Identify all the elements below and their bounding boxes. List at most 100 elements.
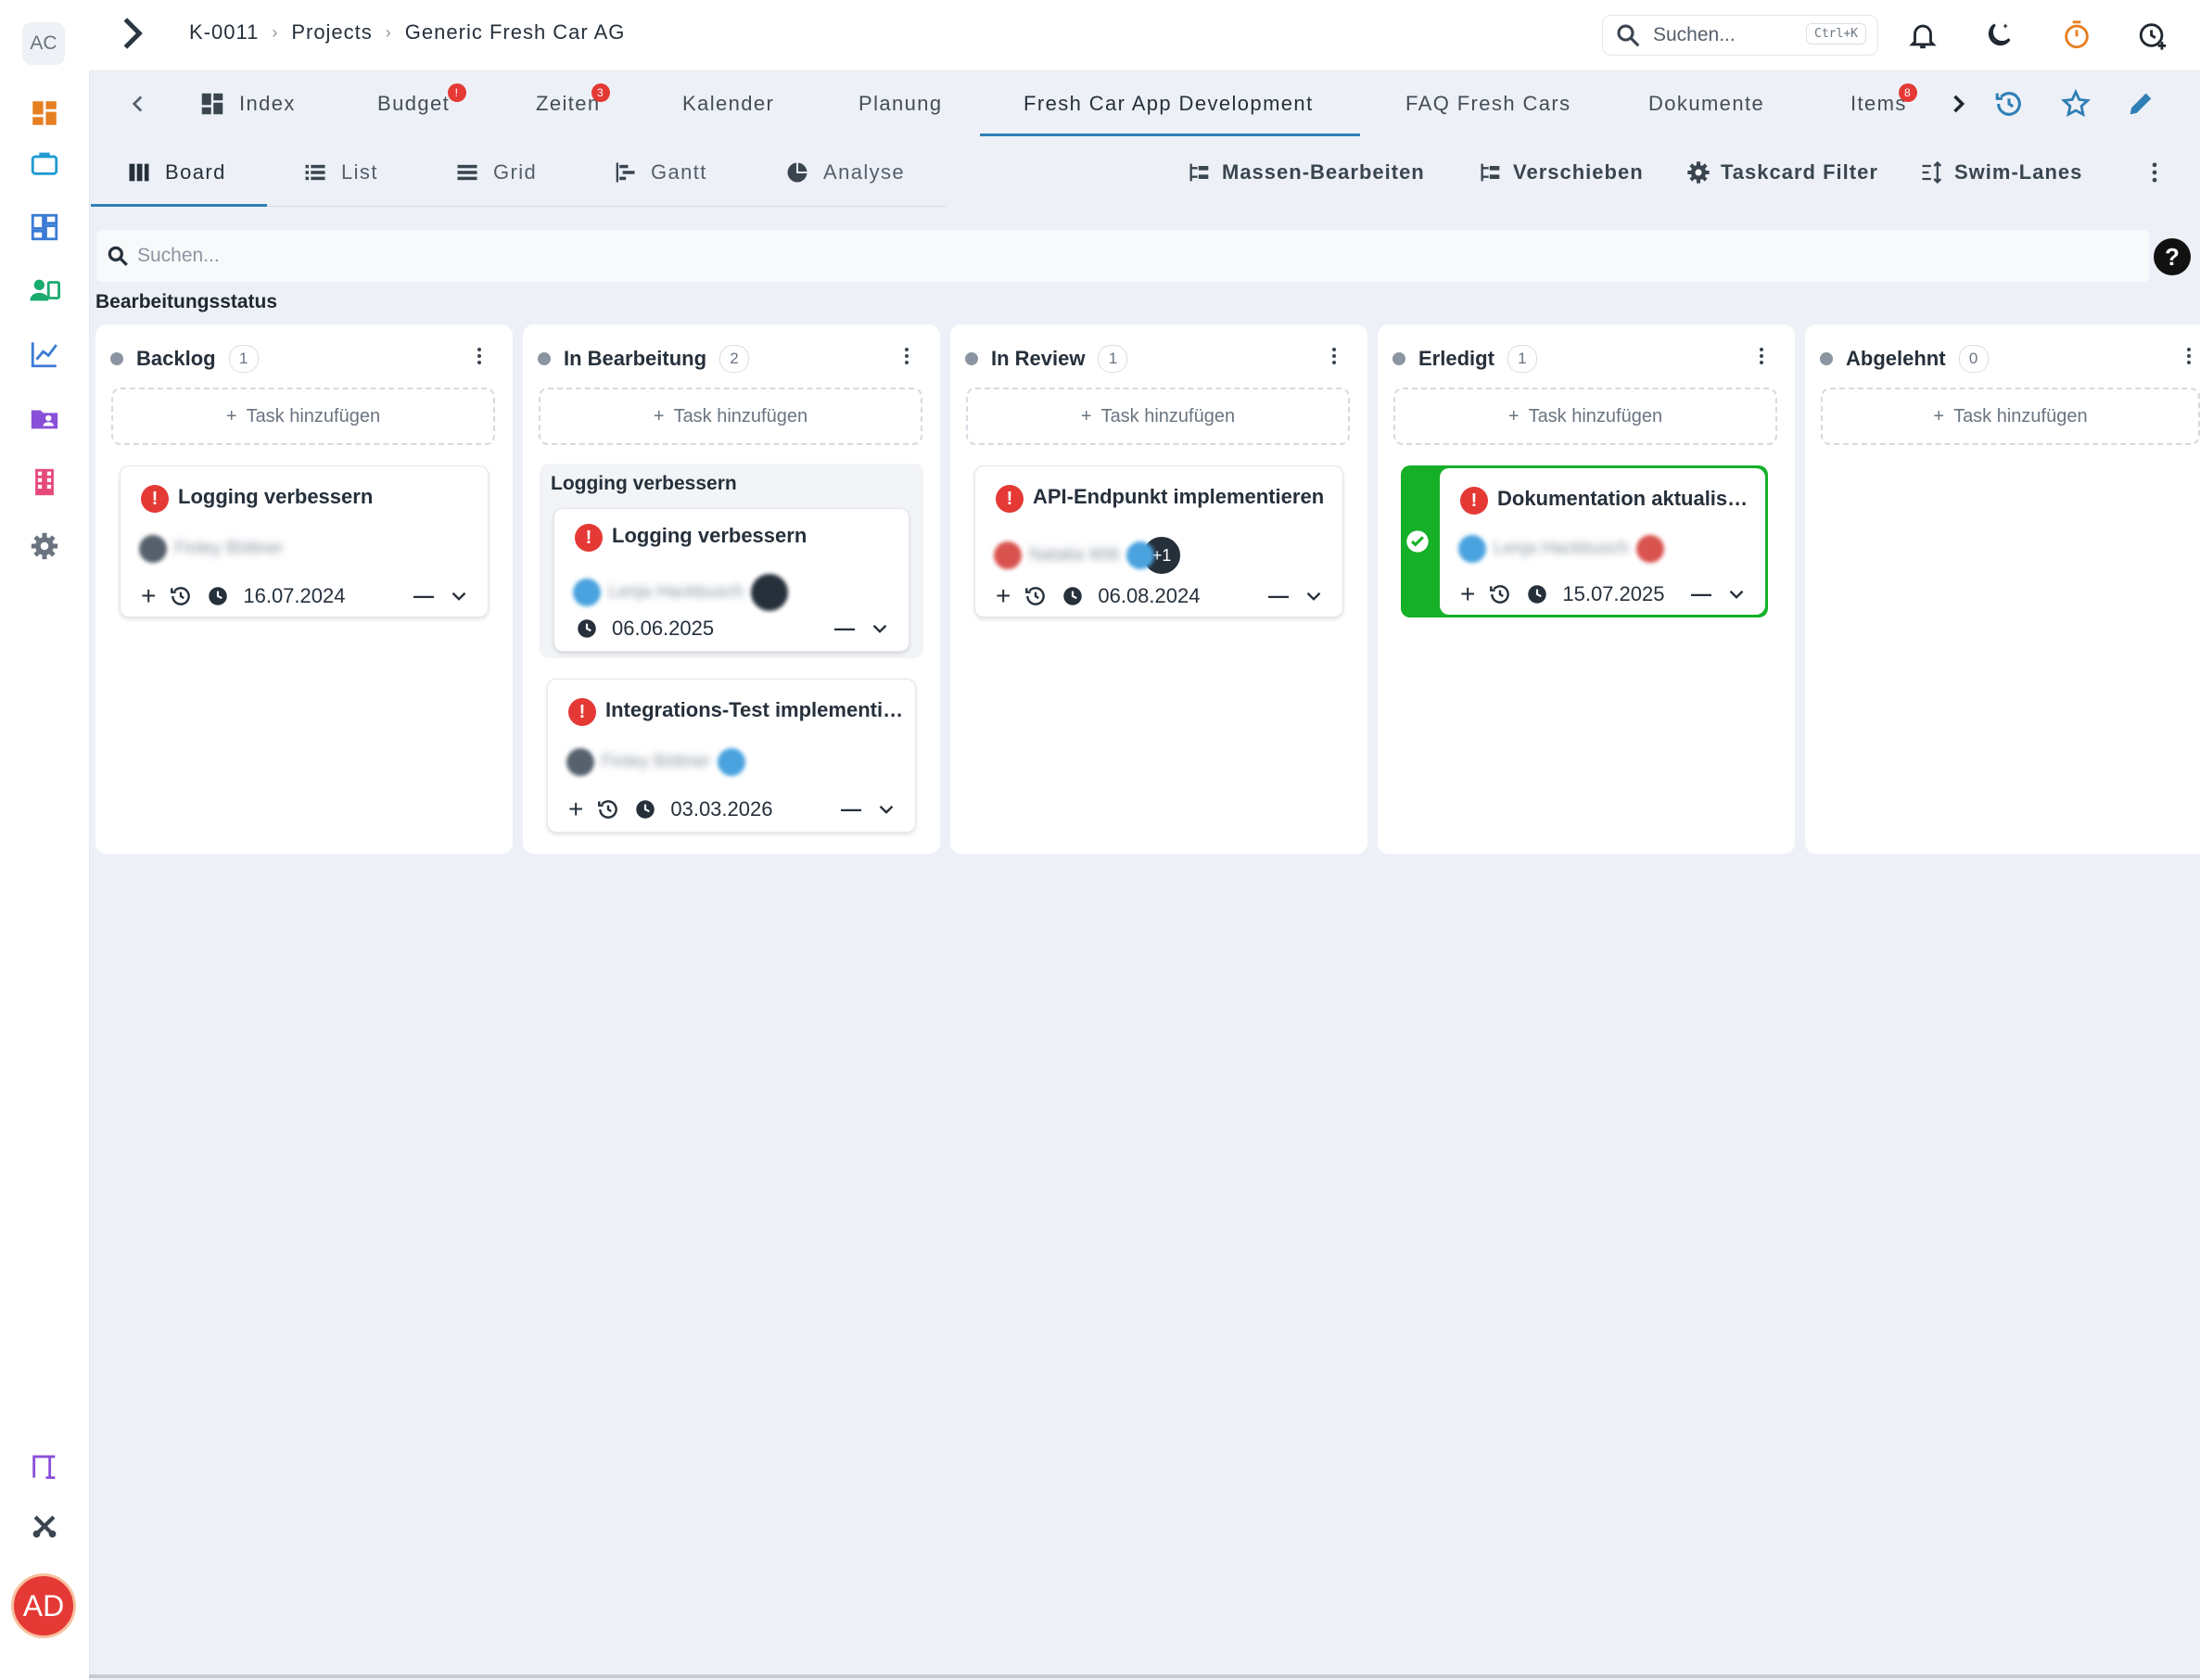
collapse-icon[interactable]: — <box>834 617 855 641</box>
contacts-icon[interactable] <box>26 272 63 309</box>
expand-sidebar-icon[interactable] <box>113 15 150 52</box>
collapse-icon[interactable]: — <box>1691 582 1711 606</box>
clock-add-icon[interactable] <box>2134 17 2171 54</box>
view-grid[interactable]: Grid <box>454 139 537 206</box>
global-search[interactable]: Suchen... Ctrl+K <box>1602 15 1878 56</box>
add-task-button[interactable]: + Task hinzufügen <box>111 388 495 445</box>
horizontal-scrollbar[interactable] <box>89 1674 2200 1678</box>
action-label: Swim-Lanes <box>1954 160 2083 184</box>
building-icon[interactable] <box>26 464 63 501</box>
tab-zeiten[interactable]: Zeiten 3 <box>536 70 610 137</box>
percent-tools-icon[interactable] <box>26 1508 63 1545</box>
breadcrumb-item[interactable]: Generic Fresh Car AG <box>405 20 626 45</box>
collapse-icon[interactable]: — <box>841 797 861 821</box>
add-task-label: Task hinzufügen <box>1100 405 1236 426</box>
tab-planung[interactable]: Planung <box>858 70 943 137</box>
column-menu-icon[interactable] <box>1750 339 1773 373</box>
bell-icon[interactable] <box>1904 17 1941 54</box>
chevron-down-icon[interactable] <box>1724 582 1749 606</box>
add-time-icon[interactable]: + <box>996 581 1011 611</box>
add-task-label: Task hinzufügen <box>246 405 381 426</box>
add-time-icon[interactable]: + <box>1460 579 1475 609</box>
collapse-icon[interactable]: — <box>413 584 434 608</box>
layout-icon[interactable] <box>26 209 63 246</box>
taskcard-filter-button[interactable]: Taskcard Filter <box>1685 154 1878 191</box>
add-task-button[interactable]: + Task hinzufügen <box>1821 388 2200 445</box>
view-board[interactable]: Board <box>126 139 226 206</box>
tab-kalender[interactable]: Kalender <box>682 70 774 137</box>
check-circle-icon[interactable] <box>1405 528 1431 554</box>
add-task-button[interactable]: + Task hinzufügen <box>1393 388 1777 445</box>
due-date-icon <box>636 800 655 819</box>
chevron-down-icon[interactable] <box>874 797 898 821</box>
star-icon[interactable] <box>2060 70 2092 137</box>
history-icon[interactable] <box>1488 582 1512 606</box>
tab-items[interactable]: Items 8 <box>1850 70 1917 137</box>
chevron-down-icon[interactable] <box>868 617 892 641</box>
avatar[interactable] <box>994 541 1022 569</box>
column-menu-icon[interactable] <box>468 339 490 373</box>
chart-line-icon[interactable] <box>26 336 63 373</box>
tab-label: Budget <box>377 92 451 115</box>
more-options-icon[interactable] <box>2142 154 2168 191</box>
workspace-logo[interactable]: AC <box>22 22 65 65</box>
tab-budget[interactable]: Budget ! <box>377 70 466 137</box>
breadcrumb-item[interactable]: Projects <box>291 20 372 45</box>
folder-user-icon[interactable] <box>26 400 63 437</box>
edit-icon[interactable] <box>2125 70 2156 137</box>
history-icon[interactable] <box>1993 70 2025 137</box>
board-search-input[interactable]: Suchen... <box>96 230 2149 282</box>
avatar[interactable] <box>1126 541 1155 569</box>
column-count: 1 <box>228 345 259 373</box>
dashboard-icon[interactable] <box>26 95 63 132</box>
add-time-icon[interactable]: + <box>568 795 583 824</box>
task-card-footer: + 16.07.2024 — <box>141 581 471 611</box>
history-icon[interactable] <box>1024 584 1048 608</box>
move-button[interactable]: Verschieben <box>1478 154 1644 191</box>
avatar[interactable] <box>566 748 594 776</box>
avatar[interactable] <box>573 579 601 606</box>
mass-edit-button[interactable]: Massen-Bearbeiten <box>1187 154 1425 191</box>
tab-index[interactable]: Index <box>198 70 296 137</box>
view-gantt[interactable]: Gantt <box>612 139 707 206</box>
task-card[interactable]: ! Logging verbessern Lenja Hackbusch 06.… <box>553 508 909 652</box>
avatar[interactable] <box>718 748 746 776</box>
view-list[interactable]: List <box>302 139 378 206</box>
chevron-down-icon[interactable] <box>1302 584 1326 608</box>
add-task-button[interactable]: + Task hinzufügen <box>966 388 1350 445</box>
column-header: In Bearbeitung 2 <box>538 345 750 373</box>
task-card[interactable]: ! Logging verbessern Finley Böttner + 16… <box>120 465 489 617</box>
view-analyse[interactable]: Analyse <box>784 139 905 206</box>
tabs-scroll-right-icon[interactable] <box>1945 70 1971 137</box>
task-title: Logging verbessern <box>178 485 374 508</box>
avatar[interactable] <box>750 574 788 611</box>
column-menu-icon[interactable] <box>2178 339 2200 373</box>
add-task-button[interactable]: + Task hinzufügen <box>539 388 922 445</box>
avatar[interactable] <box>1458 535 1486 563</box>
history-icon[interactable] <box>169 584 193 608</box>
chevron-down-icon[interactable] <box>447 584 471 608</box>
timer-icon[interactable] <box>2058 17 2095 54</box>
tab-dokumente[interactable]: Dokumente <box>1648 70 1764 137</box>
avatar[interactable] <box>139 535 167 563</box>
briefcase-icon[interactable] <box>26 145 63 182</box>
column-menu-icon[interactable] <box>896 339 918 373</box>
tab-fresh-car-app-development[interactable]: Fresh Car App Development <box>1024 70 1314 137</box>
user-avatar[interactable]: AD <box>11 1573 76 1638</box>
task-card[interactable]: ! API-Endpunkt implementieren Natalia Wi… <box>974 465 1343 617</box>
history-icon[interactable] <box>596 797 620 821</box>
swim-lanes-button[interactable]: Swim-Lanes <box>1919 154 2082 191</box>
help-icon[interactable]: ? <box>2154 238 2191 275</box>
breadcrumb-item[interactable]: K-0011 <box>189 20 259 45</box>
avatar[interactable] <box>1635 535 1664 563</box>
column-menu-icon[interactable] <box>1323 339 1345 373</box>
collapse-icon[interactable]: — <box>1268 584 1289 608</box>
tab-faq-fresh-cars[interactable]: FAQ Fresh Cars <box>1405 70 1571 137</box>
gear-icon[interactable] <box>26 528 63 565</box>
task-card[interactable]: ! Integrations-Test implementi… Finley B… <box>547 679 916 833</box>
tree-structure-icon[interactable] <box>26 1447 63 1484</box>
dark-mode-icon[interactable] <box>1980 17 2017 54</box>
task-card[interactable]: ! Dokumentation aktualisi… Lenja Hackbus… <box>1440 468 1765 615</box>
add-time-icon[interactable]: + <box>141 581 156 611</box>
tabs-scroll-left-icon[interactable] <box>126 70 150 137</box>
